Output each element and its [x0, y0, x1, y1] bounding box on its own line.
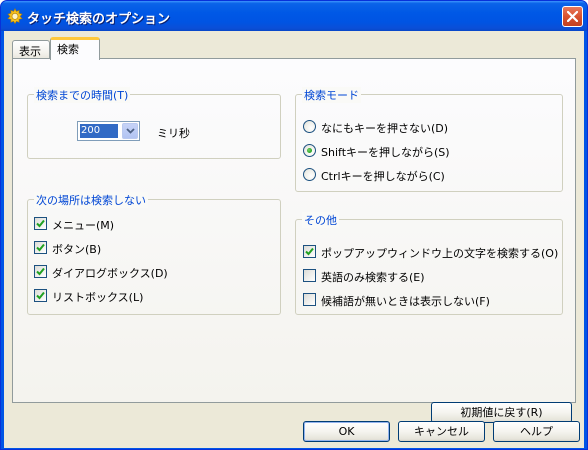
- checkbox-label: ポップアップウィンドウ上の文字を検索する(O): [321, 247, 559, 260]
- checkbox-box[interactable]: [303, 245, 316, 258]
- tab-panel-search: 検索までの時間(T) 200 ミリ秒 次の場所は検索しない メニュー(M) ボタ…: [12, 58, 576, 423]
- cancel-button[interactable]: キャンセル: [398, 421, 485, 442]
- close-icon: [567, 11, 578, 22]
- checkbox-label: ボタン(B): [52, 243, 102, 256]
- close-button[interactable]: [562, 6, 583, 27]
- other-legend: その他: [302, 212, 339, 228]
- search-time-legend: 検索までの時間(T): [34, 87, 131, 103]
- check-icon: [36, 267, 45, 276]
- check-icon: [36, 291, 45, 300]
- checkbox-box[interactable]: [34, 217, 47, 230]
- radio-button[interactable]: [303, 120, 316, 133]
- checkbox-box[interactable]: [34, 289, 47, 302]
- search-time-combo[interactable]: 200: [77, 121, 140, 141]
- help-button[interactable]: ヘルプ: [493, 421, 580, 442]
- radio-button[interactable]: [303, 168, 316, 181]
- search-mode-legend: 検索モード: [302, 87, 361, 103]
- checkbox-label: ダイアログボックス(D): [52, 267, 168, 280]
- radio-label: Shiftキーを押しながら(S): [321, 146, 450, 159]
- exclusions-legend: 次の場所は検索しない: [34, 192, 148, 208]
- checkbox-label: 英語のみ検索する(E): [321, 271, 425, 284]
- checkbox-box[interactable]: [34, 265, 47, 278]
- radio-label: Ctrlキーを押しながら(C): [321, 170, 445, 183]
- dialog-body: 表示 検索 検索までの時間(T) 200 ミリ秒 次の場所は検索しない メニュー…: [4, 31, 584, 448]
- search-time-value: 200: [80, 124, 118, 138]
- search-time-group: 検索までの時間(T): [27, 87, 281, 159]
- gear-sun-icon: [7, 8, 23, 25]
- check-icon: [36, 219, 45, 228]
- tab-display[interactable]: 表示: [12, 40, 50, 59]
- dialog-window: タッチ検索のオプション 表示 検索 検索までの時間(T) 200 ミリ秒 次の場…: [0, 0, 588, 450]
- checkbox-label: 候補語が無いときは表示しない(F): [321, 295, 490, 308]
- checkbox-box[interactable]: [303, 293, 316, 306]
- title-bar[interactable]: タッチ検索のオプション: [1, 1, 587, 31]
- radio-button[interactable]: [303, 144, 316, 157]
- check-icon: [305, 247, 314, 256]
- checkbox-box[interactable]: [303, 269, 316, 282]
- checkbox-box[interactable]: [34, 241, 47, 254]
- chevron-down-icon: [126, 128, 135, 134]
- window-title: タッチ検索のオプション: [27, 12, 171, 27]
- ok-button[interactable]: OK: [303, 421, 390, 442]
- combo-dropdown-button[interactable]: [122, 123, 138, 139]
- search-time-unit: ミリ秒: [157, 127, 190, 140]
- tab-search[interactable]: 検索: [50, 37, 100, 60]
- radio-selected-dot: [307, 148, 312, 153]
- tab-strip: 表示 検索: [12, 37, 212, 60]
- checkbox-label: リストボックス(L): [52, 291, 144, 304]
- radio-label: なにもキーを押さない(D): [321, 122, 449, 135]
- reset-defaults-button[interactable]: 初期値に戻す(R): [431, 402, 572, 423]
- checkbox-label: メニュー(M): [52, 219, 115, 232]
- check-icon: [36, 243, 45, 252]
